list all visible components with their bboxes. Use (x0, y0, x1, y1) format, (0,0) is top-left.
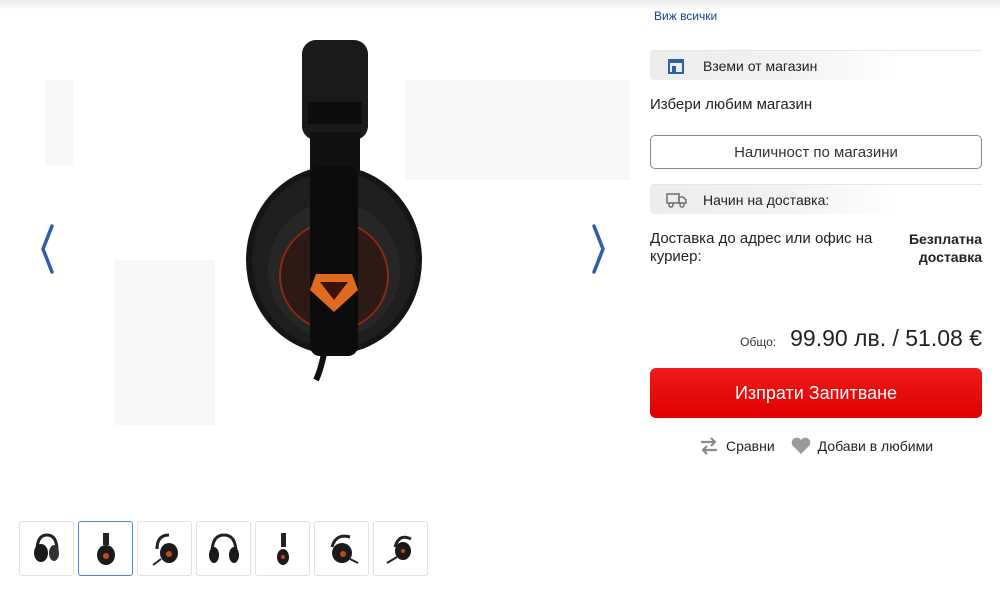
total-price: 99.90 лв. / 51.08 € (790, 325, 982, 351)
thumbnail-strip (19, 521, 428, 576)
thumbnail[interactable] (196, 521, 251, 576)
total-row: Общо: 99.90 лв. / 51.08 € (740, 325, 982, 352)
photo-background (115, 260, 215, 425)
headset-image (96, 532, 115, 565)
thumbnail[interactable] (19, 521, 74, 576)
thumbnail[interactable] (255, 521, 310, 576)
view-all-link[interactable]: Виж всички (654, 9, 717, 23)
thumbnail[interactable] (137, 521, 192, 576)
send-inquiry-button[interactable]: Изпрати Запитване (650, 368, 982, 418)
truck-icon (666, 191, 688, 209)
thumbnail[interactable] (373, 521, 428, 576)
product-image[interactable] (236, 36, 432, 384)
delivery-price-line: Безплатна (908, 231, 982, 247)
compare-icon (701, 437, 717, 455)
pickup-section-header: Вземи от магазин (650, 50, 982, 80)
delivery-price: Безплатна доставка (872, 230, 982, 266)
compare-button[interactable]: Сравни (698, 436, 775, 456)
prev-image-button[interactable] (32, 218, 62, 280)
delivery-option: Доставка до адрес или офис на куриер: (650, 230, 873, 265)
choose-store-link[interactable]: Избери любим магазин (650, 96, 812, 113)
thumbnail-active[interactable] (78, 521, 133, 576)
delivery-section-header: Начин на доставка: (650, 184, 982, 214)
headset-image (276, 532, 289, 565)
chevron-left-icon (41, 224, 54, 274)
photo-background (45, 80, 73, 165)
compare-label: Сравни (726, 438, 775, 454)
heart-icon (791, 437, 810, 454)
pickup-label: Вземи от магазин (703, 57, 818, 74)
next-image-button[interactable] (584, 218, 614, 280)
photo-background (405, 80, 630, 180)
headset-image (33, 532, 59, 562)
headset-image (208, 532, 239, 563)
product-actions: Сравни Добави в любими (698, 436, 933, 456)
total-label: Общо: (740, 335, 777, 349)
delivery-price-line: доставка (918, 249, 982, 265)
favorites-label: Добави в любими (817, 438, 934, 454)
headset-image (385, 535, 412, 564)
add-to-favorites-button[interactable]: Добави в любими (790, 436, 933, 456)
store-availability-button[interactable]: Наличност по магазини (650, 135, 982, 169)
product-gallery (0, 0, 640, 576)
headset-image (330, 534, 358, 564)
headset-image (151, 533, 178, 566)
thumbnail[interactable] (314, 521, 369, 576)
store-icon (666, 57, 688, 75)
delivery-label: Начин на доставка: (703, 191, 830, 208)
chevron-right-icon (592, 224, 605, 274)
purchase-panel: Виж всички Вземи от магазин Избери любим… (650, 0, 982, 598)
